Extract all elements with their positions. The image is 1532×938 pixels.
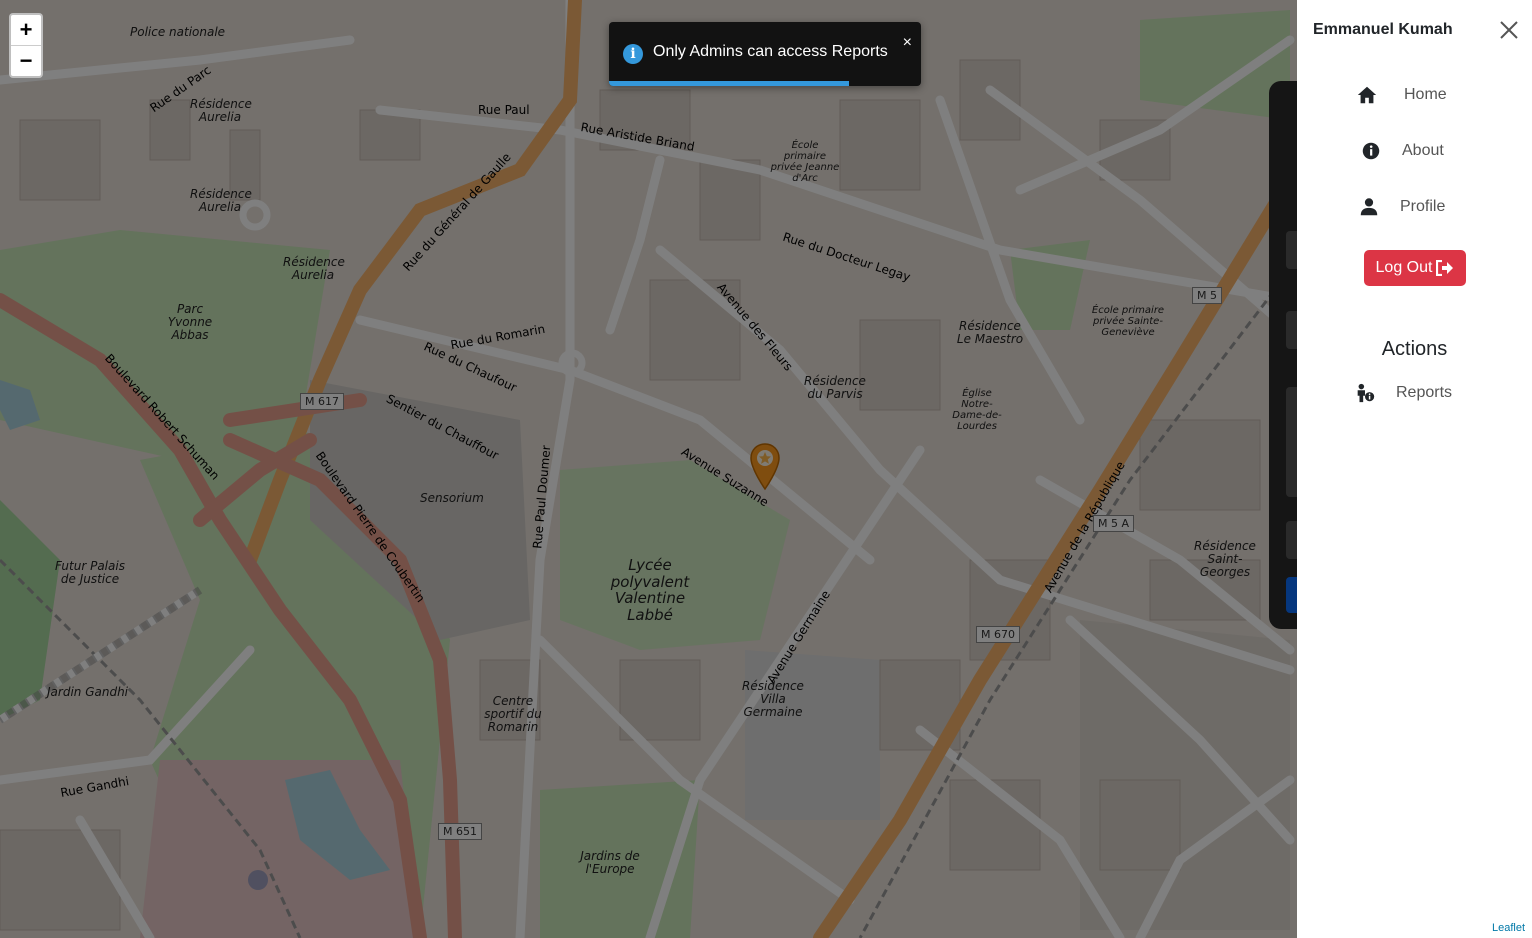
toast-message: Only Admins can access Reports xyxy=(653,43,888,60)
nav-reports[interactable]: Reports xyxy=(1354,378,1452,408)
nav-home-label: Home xyxy=(1404,86,1447,103)
toast-close-button[interactable]: × xyxy=(903,34,912,52)
person-info-icon xyxy=(1357,383,1375,403)
zoom-in-button[interactable]: + xyxy=(11,15,41,45)
logout-button[interactable]: Log Out xyxy=(1364,250,1466,286)
nav-about[interactable]: About xyxy=(1360,136,1444,166)
nav-home[interactable]: Home xyxy=(1356,80,1447,110)
sidebar: Emmanuel Kumah Home About Profile Log Ou… xyxy=(1297,0,1532,938)
leaflet-attribution-link[interactable]: Leaflet xyxy=(1488,922,1528,934)
toast-progress-bar xyxy=(609,81,850,86)
nav-profile-label: Profile xyxy=(1400,198,1446,215)
info-circle-icon xyxy=(1362,142,1380,160)
actions-title: Actions xyxy=(1381,338,1448,360)
user-icon xyxy=(1360,198,1378,216)
toast-notification: i Only Admins can access Reports × xyxy=(609,22,921,86)
nav-profile[interactable]: Profile xyxy=(1358,192,1445,222)
zoom-out-button[interactable]: − xyxy=(11,45,41,76)
nav-about-label: About xyxy=(1402,142,1444,159)
info-icon: i xyxy=(623,44,643,64)
nav-reports-label: Reports xyxy=(1396,384,1453,401)
close-icon[interactable] xyxy=(1497,18,1521,42)
zoom-control: + − xyxy=(9,13,43,78)
logout-icon xyxy=(1436,260,1454,276)
home-icon xyxy=(1357,86,1377,104)
logout-label: Log Out xyxy=(1375,259,1433,276)
user-name: Emmanuel Kumah xyxy=(1313,21,1453,38)
